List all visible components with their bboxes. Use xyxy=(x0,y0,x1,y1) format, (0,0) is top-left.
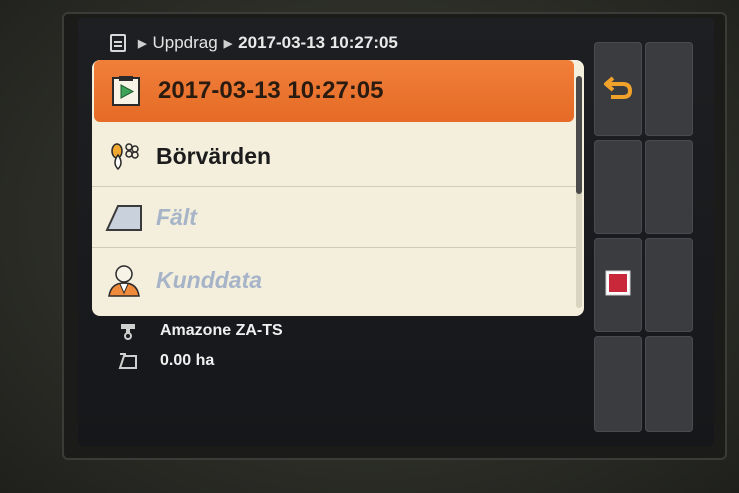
softkey-back[interactable] xyxy=(594,42,642,136)
softkey-stop[interactable] xyxy=(594,238,642,332)
area-value: 0.00 ha xyxy=(160,352,215,369)
breadcrumb-uppdrag[interactable]: Uppdrag xyxy=(152,33,217,53)
customer-icon xyxy=(92,250,156,310)
task-play-icon xyxy=(94,61,158,121)
area-info: 0.00 ha xyxy=(118,352,214,370)
list-item-label: 2017-03-13 10:27:05 xyxy=(158,77,384,104)
list-item-task[interactable]: 2017-03-13 10:27:05 xyxy=(94,60,574,122)
list-item-kunddata[interactable]: Kunddata xyxy=(92,250,576,310)
list-item-label: Kunddata xyxy=(156,266,263,293)
spreader-icon xyxy=(118,322,138,340)
softkey-empty-3[interactable] xyxy=(645,140,693,234)
softkey-empty-6[interactable] xyxy=(645,336,693,432)
machine-info: Amazone ZA-TS xyxy=(118,322,283,340)
list-item-borvarden[interactable]: Börvärden xyxy=(92,126,576,187)
chevron-right-icon: ▶ xyxy=(138,37,147,50)
clipboard-icon xyxy=(110,34,126,52)
list-item-falt[interactable]: Fält xyxy=(92,187,576,248)
list-item-label: Börvärden xyxy=(156,142,272,169)
softkey-empty-1[interactable] xyxy=(645,42,693,136)
area-counter-icon xyxy=(118,352,138,370)
list-item-label: Fält xyxy=(156,203,197,230)
scrollbar-thumb[interactable] xyxy=(576,76,582,194)
softkey-empty-4[interactable] xyxy=(645,238,693,332)
setpoint-drops-icon xyxy=(92,126,156,186)
breadcrumb: ▶ Uppdrag ▶ 2017-03-13 10:27:05 xyxy=(110,30,398,56)
chevron-right-icon: ▶ xyxy=(223,37,233,50)
softkey-empty-2[interactable] xyxy=(594,140,642,234)
menu-list: 2017-03-13 10:27:05 Börvärden Fält Kundd… xyxy=(92,60,584,316)
field-icon xyxy=(92,187,156,247)
machine-name: Amazone ZA-TS xyxy=(160,322,283,339)
softkey-empty-5[interactable] xyxy=(594,336,642,432)
stop-icon xyxy=(605,270,631,301)
back-arrow-icon xyxy=(603,74,633,105)
breadcrumb-current: 2017-03-13 10:27:05 xyxy=(238,33,398,52)
